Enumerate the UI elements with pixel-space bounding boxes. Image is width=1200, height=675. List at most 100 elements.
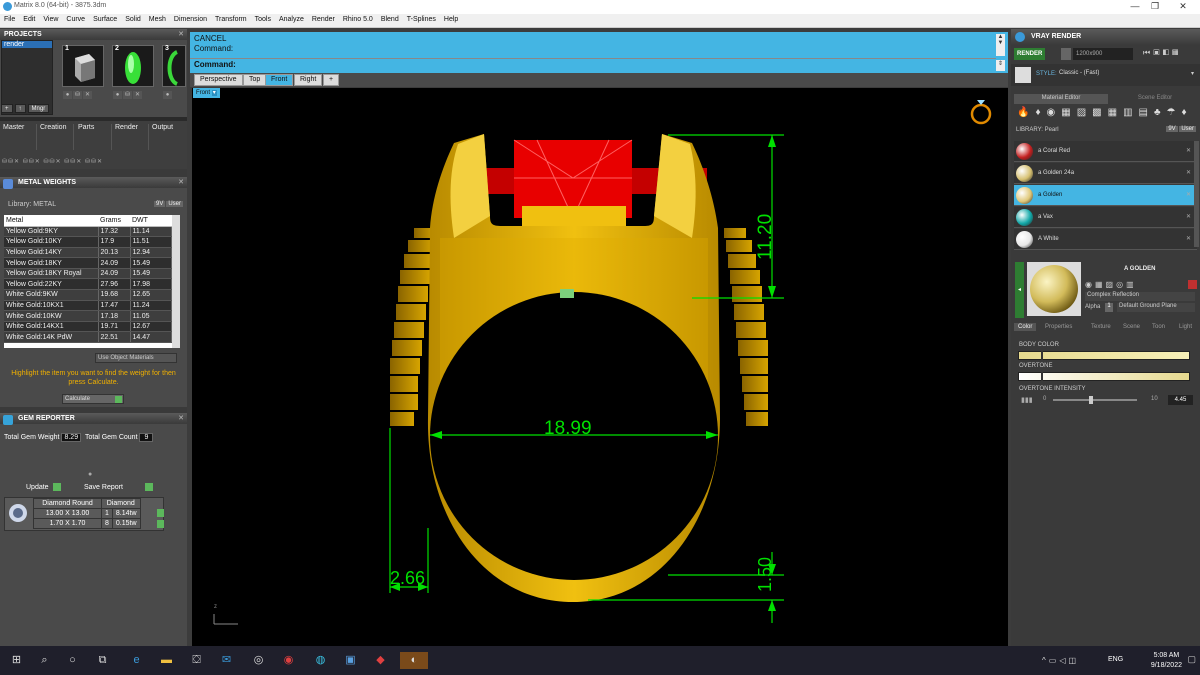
minimize-button[interactable]: — [1125,1,1145,11]
table-row[interactable]: Yellow Gold:18KY 24.09 15.49 [4,257,172,269]
tab-color[interactable]: Color [1014,323,1037,331]
metal-table-scrollbar[interactable] [172,215,180,348]
resolution-field[interactable]: 1200x900 [1073,48,1133,60]
slider-handle[interactable] [1041,351,1043,360]
front-viewport[interactable]: Front ▾ 18.99 11.20 2.66 1.50 z [192,88,1008,646]
tab-properties[interactable]: Properties [1045,324,1072,330]
table-row[interactable]: Yellow Gold:22KY 27.96 17.98 [4,278,172,291]
menu-analyze[interactable]: Analyze [275,14,308,23]
manager-button[interactable]: Mngr [27,104,50,113]
material-item[interactable]: a Coral Red ✕ [1014,141,1197,162]
body-color-slider[interactable] [1018,351,1190,360]
tab-scene[interactable]: Scene [1123,324,1140,330]
ground-plane-select[interactable]: Default Ground Plane [1117,303,1195,312]
file-explorer-icon[interactable]: ▬ [158,652,175,669]
search-icon[interactable]: ⌕ [36,652,53,669]
chrome-icon[interactable]: ◉ [280,652,297,669]
menu-edit[interactable]: Edit [19,14,39,23]
menu-blend[interactable]: Blend [377,14,403,23]
select-gem-2-button[interactable] [157,520,164,528]
menu-help[interactable]: Help [440,14,462,23]
tab-right[interactable]: Right [294,74,323,86]
table-row[interactable]: White Gold:14KX1 19.71 12.67 [4,321,172,333]
menu-tools[interactable]: Tools [251,14,275,23]
close-icon[interactable]: ✕ [178,178,184,186]
library-user-button[interactable]: User [166,201,183,207]
menu-view[interactable]: View [39,14,62,23]
chevron-down-icon[interactable]: ▾ [1191,70,1194,77]
close-icon[interactable]: ✕ [178,414,184,422]
project-thumb-1[interactable]: 1 [62,45,104,87]
task-view-icon[interactable]: ⧉ [94,652,111,669]
intensity-value[interactable]: 4.45 [1168,395,1193,405]
calculate-button[interactable]: Calculate [62,394,124,404]
intensity-slider[interactable] [1053,396,1137,404]
slider-handle[interactable] [1088,396,1093,404]
app-icon[interactable]: ◎ [250,652,267,669]
overtone-slider[interactable] [1018,372,1190,381]
menu-render[interactable]: Render [308,14,339,23]
tab-toon[interactable]: Toon [1152,324,1165,330]
table-row[interactable]: Yellow Gold:10KY 17.9 11.51 [4,236,172,248]
remove-material-icon[interactable]: ✕ [1186,169,1191,176]
store-icon[interactable]: ⛋ [188,652,205,669]
render-tool-icons[interactable]: ⏮▣◧▦ [1143,48,1181,58]
project-item[interactable]: render [2,41,52,48]
update-button[interactable]: Update [26,483,61,494]
select-gem-1-button[interactable] [157,509,164,517]
remove-material-icon[interactable]: ✕ [1186,213,1191,220]
notifications-icon[interactable]: ▢ [1187,654,1196,665]
project-thumb-3[interactable]: 3 [162,45,186,87]
remove-material-icon[interactable]: ✕ [1186,191,1191,198]
menu-solid[interactable]: Solid [121,14,145,23]
tab-tools-icons[interactable]: ⛁⛁✕ ⛁⛁✕ ⛁⛁✕ ⛁⛁✕ ⛁⛁✕ [2,158,103,165]
windows-start-icon[interactable]: ⊞ [8,652,25,669]
tab-output[interactable]: Output [150,124,186,150]
library-9v-button[interactable]: 9V [153,201,166,207]
material-tool-icons[interactable]: 🔥♦◉▦▨▩▦▥▤♣☂♦ [1011,107,1200,123]
column-metal[interactable]: Metal [4,215,98,227]
library-user-button[interactable]: User [1179,126,1196,132]
material-item[interactable]: a Vax ✕ [1014,207,1197,228]
clock[interactable]: 5:08 AM 9/18/2022 [1151,651,1182,671]
reset-icon[interactable] [1188,280,1197,289]
tab-top[interactable]: Top [243,74,267,86]
app-icon[interactable]: ◍ [312,652,329,669]
command-spinner[interactable]: ⇕ [996,60,1005,71]
tab-render[interactable]: Render [113,124,149,150]
menu-dimension[interactable]: Dimension [170,14,211,23]
menu-curve[interactable]: Curve [62,14,89,23]
column-grams[interactable]: Grams [98,215,130,227]
cortana-icon[interactable]: ○ [64,652,81,669]
tab-creation[interactable]: Creation [38,124,74,150]
table-row[interactable]: Yellow Gold:18KY Royal 24.09 15.49 [4,268,172,280]
menu-mesh[interactable]: Mesh [145,14,170,23]
photos-icon[interactable]: ▣ [342,652,359,669]
preview-tool-icons[interactable]: ◉▦▨◎▥ [1085,280,1137,289]
style-select[interactable]: Classic - (Fast) [1059,70,1193,80]
slider-handle[interactable] [1041,372,1043,381]
remove-material-icon[interactable]: ✕ [1186,235,1191,242]
material-item[interactable]: A White ✕ [1014,229,1197,250]
menu-transform[interactable]: Transform [211,14,251,23]
tab-scene-editor[interactable]: Scene Editor [1110,94,1200,104]
alpha-value[interactable]: 1 [1105,303,1113,312]
command-scrollbar[interactable]: ▲ ▼ [996,34,1005,56]
menu-surface[interactable]: Surface [89,14,121,23]
tab-perspective[interactable]: Perspective [194,74,243,86]
table-row[interactable]: Yellow Gold:9KY 17.32 11.14 [4,226,172,238]
command-prompt[interactable]: Command: [194,60,236,69]
up-button[interactable]: ↑ [14,104,26,113]
render-button[interactable]: RENDER [1014,48,1046,60]
tab-texture[interactable]: Texture [1091,324,1111,330]
tray-icons[interactable]: ^▭◁◫ [1042,656,1079,665]
expand-icon[interactable]: ◂ [1015,262,1024,318]
menu-rhino[interactable]: Rhino 5.0 [339,14,377,23]
material-item[interactable]: a Golden 24a ✕ [1014,163,1197,184]
tab-material-editor[interactable]: Material Editor [1014,94,1108,104]
app-icon[interactable]: ◆ [372,652,389,669]
use-object-materials-select[interactable]: Use Object Materials [95,353,177,363]
library-9v-button[interactable]: 9V [1166,126,1178,132]
mail-icon[interactable]: ✉ [218,652,235,669]
save-report-button[interactable]: Save Report [84,483,153,494]
